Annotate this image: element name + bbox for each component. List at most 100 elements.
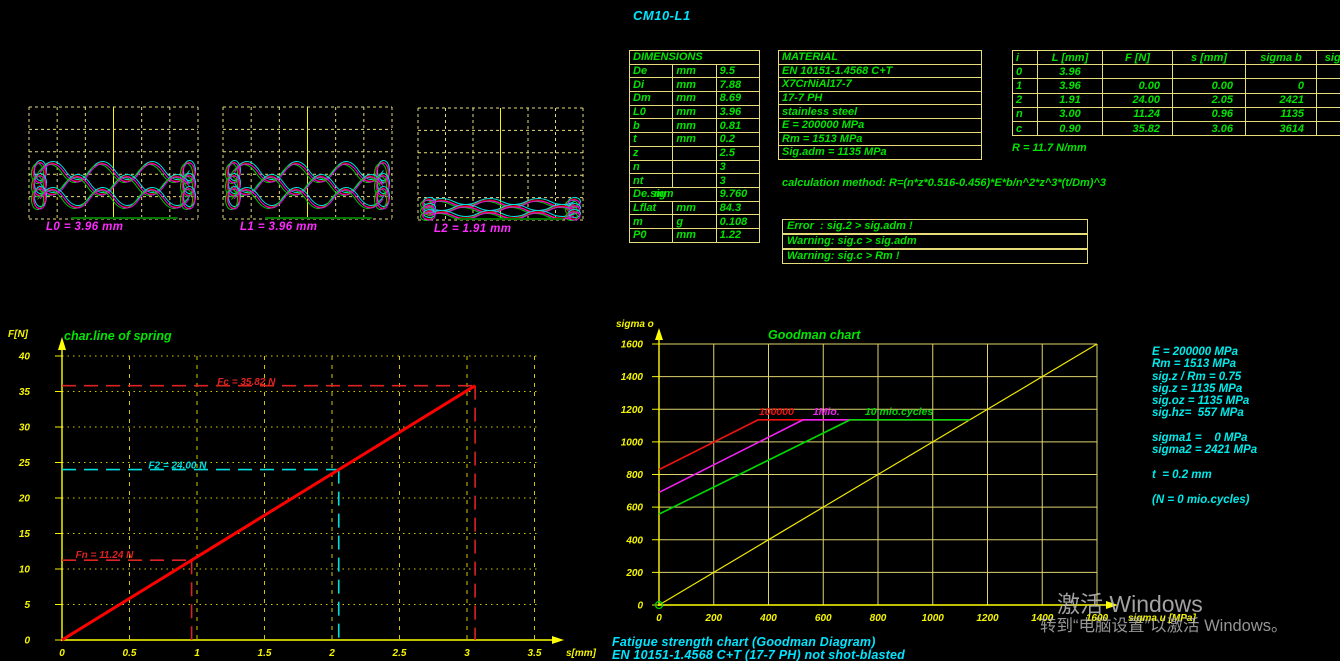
series-line bbox=[659, 344, 1097, 605]
spring-coil-wave bbox=[430, 205, 575, 211]
results-cell: 2 bbox=[1013, 93, 1038, 107]
series-line bbox=[659, 420, 970, 493]
series-line bbox=[659, 420, 970, 470]
results-row-0: 03.96 bbox=[1013, 65, 1340, 79]
spring-coil-end bbox=[569, 204, 581, 212]
force-marker-label: Fn = 11.24 N bbox=[76, 550, 135, 561]
spring-coil-wave bbox=[235, 162, 384, 180]
results-cell: 0.90 bbox=[1038, 121, 1103, 135]
material-table: MATERIAL EN 10151-1.4568 C+TX7CrNiAl17-7… bbox=[778, 50, 982, 160]
results-cell: 1.60 bbox=[1317, 93, 1340, 107]
spring-coil-end bbox=[378, 161, 390, 181]
spring-coil-end bbox=[376, 188, 388, 208]
x-tick-label: 2.5 bbox=[392, 648, 407, 659]
dimensions-table: DIMENSIONS Demm9.5Dimm7.88Dmmm8.69L0mm3.… bbox=[629, 50, 760, 243]
application-window: CM10-L1 L0 = 3.96 mm L1 = 3.96 mm L2 = 1… bbox=[0, 0, 1340, 661]
dimension-label: z bbox=[630, 146, 673, 160]
goodman-info-line: (N = 0 mio.cycles) bbox=[1152, 494, 1257, 506]
spring-coil-wave bbox=[41, 188, 190, 206]
message-box: Error : sig.2 > sig.adm ! Warning: sig.c … bbox=[782, 219, 1088, 264]
spring-coil-end bbox=[181, 164, 193, 184]
spring-coil-end bbox=[228, 163, 240, 183]
spring-coil-wave bbox=[39, 176, 188, 194]
goodman-info-line: E = 200000 MPa bbox=[1152, 346, 1257, 358]
dimension-unit: mm bbox=[673, 228, 716, 242]
results-cell: 2421 bbox=[1246, 93, 1317, 107]
spring-coil-end bbox=[35, 161, 47, 181]
y-tick-label: 800 bbox=[626, 470, 643, 481]
spring-coil-wave bbox=[39, 163, 188, 181]
spring-coil-wave bbox=[235, 188, 384, 206]
results-col-header: F [N] bbox=[1103, 51, 1173, 65]
spring-coil-end bbox=[181, 177, 193, 197]
y-tick-label: 200 bbox=[625, 568, 643, 579]
dimension-unit: mm bbox=[673, 92, 716, 106]
dimension-label: n bbox=[630, 160, 673, 174]
spring-coil-wave bbox=[429, 213, 574, 219]
dimension-row-n: n3 bbox=[630, 160, 760, 174]
results-cell: 3.00 bbox=[1038, 107, 1103, 121]
warning-message: Warning: sig.c > Rm ! bbox=[782, 249, 1088, 264]
spring-coil-wave bbox=[234, 177, 383, 195]
material-header: MATERIAL bbox=[779, 51, 982, 65]
x-tick-label: 1200 bbox=[976, 613, 999, 624]
dimension-unit: mm bbox=[673, 119, 716, 133]
dimension-row-l0: L0mm3.96 bbox=[630, 105, 760, 119]
goodman-info-line: sig.oz = 1135 MPa bbox=[1152, 395, 1257, 407]
spring-coil-end bbox=[226, 190, 238, 210]
spring-coil-end bbox=[424, 210, 436, 218]
spring-coil-end bbox=[376, 162, 388, 182]
results-cell: 35.82 bbox=[1103, 121, 1173, 135]
series-line bbox=[62, 386, 475, 640]
spring-coil-end bbox=[184, 161, 196, 181]
dimension-value: 9.760 bbox=[716, 187, 759, 201]
results-cell: 0 bbox=[1013, 65, 1038, 79]
results-cell: 2.39 bbox=[1317, 121, 1340, 135]
spring-coil-end bbox=[423, 206, 435, 214]
spring-coil-wave bbox=[428, 200, 573, 206]
results-cell: 3.96 bbox=[1038, 79, 1103, 93]
results-col-header: s [mm] bbox=[1173, 51, 1246, 65]
dimension-row-desig: De.sigmm9.760 bbox=[630, 187, 760, 201]
spring-rate-value: R = 11.7 N/mm bbox=[1012, 142, 1087, 154]
dimension-value: 1.22 bbox=[716, 228, 759, 242]
dimension-label: t bbox=[630, 133, 673, 147]
spring-coil-end bbox=[421, 213, 433, 221]
x-tick-label: 3 bbox=[464, 648, 470, 659]
windows-activation-watermark-line2: 转到“电脑设置”以激活 Windows。 bbox=[1040, 612, 1288, 636]
x-tick-label: 600 bbox=[815, 613, 832, 624]
spring-coil-end bbox=[32, 190, 44, 210]
y-tick-label: 400 bbox=[625, 535, 643, 546]
results-cell: 3.06 bbox=[1173, 121, 1246, 135]
spring-coil-wave bbox=[38, 165, 187, 183]
cycles-label: 100000 bbox=[759, 406, 794, 418]
spring-view-panel-0 bbox=[29, 107, 198, 219]
spring-coil-wave bbox=[41, 162, 190, 180]
error-message: Error : sig.2 > sig.adm ! bbox=[782, 219, 1088, 234]
cycles-label: 10 mio.cycles bbox=[865, 406, 933, 418]
goodman-info-block: E = 200000 MPaRm = 1513 MPasig.z / Rm = … bbox=[1152, 346, 1257, 506]
spring-coil-end bbox=[35, 174, 47, 194]
spring-coil-end bbox=[182, 162, 194, 182]
dimension-label: Di bbox=[630, 78, 673, 92]
dimension-row-di: Dimm7.88 bbox=[630, 78, 760, 92]
y-axis-arrow bbox=[655, 328, 663, 340]
spring-coil-end bbox=[226, 177, 238, 197]
spring-coil-end bbox=[423, 200, 435, 208]
goodman-info-line: sigma2 = 2421 MPa bbox=[1152, 444, 1257, 456]
material-row: stainless steel bbox=[779, 105, 982, 119]
spring-coil-end bbox=[33, 175, 45, 195]
spring-coil-end bbox=[375, 164, 387, 184]
dimension-row-z: z2.5 bbox=[630, 146, 760, 160]
spring-coil-end bbox=[228, 189, 240, 209]
spring-coil-end bbox=[567, 205, 579, 213]
spring-coil-wave bbox=[429, 201, 574, 207]
spring-coil-end bbox=[376, 175, 388, 195]
goodman-info-line: Rm = 1513 MPa bbox=[1152, 358, 1257, 370]
spring-coil-end bbox=[181, 190, 193, 210]
results-cell: 0.75 bbox=[1317, 107, 1340, 121]
goodman-info-line bbox=[1152, 457, 1257, 469]
spring-coil-end bbox=[35, 187, 47, 207]
spring-coil-wave bbox=[428, 212, 573, 218]
x-tick-label: 400 bbox=[759, 613, 777, 624]
